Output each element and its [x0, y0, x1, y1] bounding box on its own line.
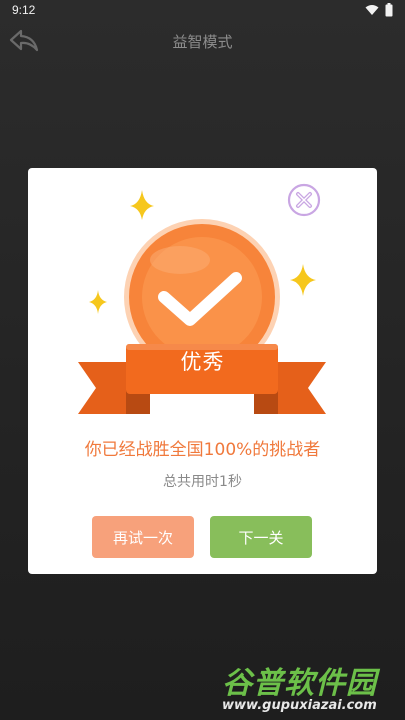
battery-icon — [385, 3, 393, 17]
retry-button[interactable]: 再试一次 — [92, 516, 194, 558]
header: 益智模式 — [0, 22, 405, 62]
status-time: 9:12 — [12, 3, 36, 17]
time-used-text: 总共用时1秒 — [163, 474, 242, 490]
result-message: 你已经战胜全国100%的挑战者 — [84, 440, 321, 460]
star-icon — [290, 264, 316, 296]
star-icon — [89, 290, 107, 314]
star-icon — [130, 190, 154, 220]
watermark-title: 谷普软件园 — [222, 666, 377, 701]
page-title: 益智模式 — [172, 33, 233, 51]
wifi-icon — [365, 5, 379, 15]
medal-label: 优秀 — [180, 350, 225, 374]
medal-badge — [78, 190, 326, 414]
status-bar: 9:12 — [0, 0, 405, 22]
next-level-button[interactable]: 下一关 — [210, 516, 312, 558]
watermark-url: www.gupuxiazai.com — [222, 698, 377, 713]
watermark-logo: 谷普软件园 www.gupuxiazai.com — [222, 658, 402, 718]
result-dialog: 优秀 你已经战胜全国100%的挑战者 总共用时1秒 再试一次 下一关 — [28, 168, 377, 574]
